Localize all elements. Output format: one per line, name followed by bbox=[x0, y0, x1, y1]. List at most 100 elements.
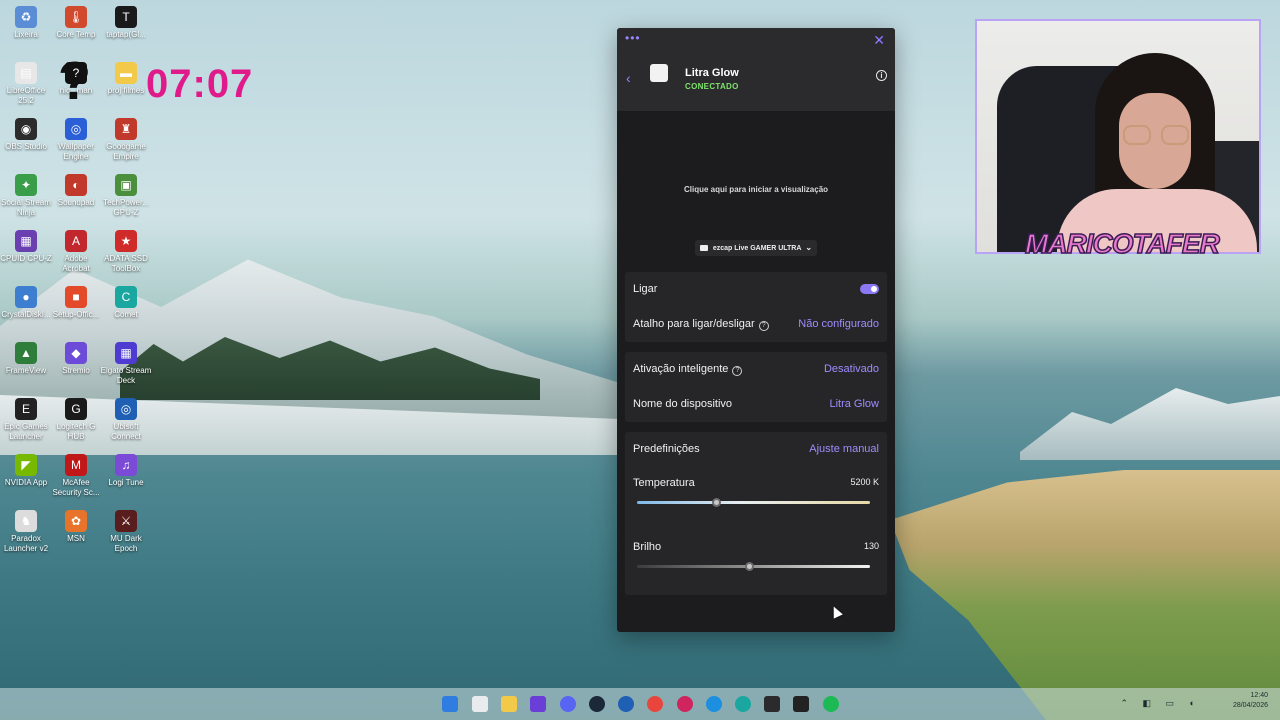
desktop-icon-label: TechPower... GPU-Z bbox=[103, 198, 149, 217]
desktop-icon-label: Logi Tune bbox=[108, 478, 144, 487]
device-settings-card: Ativação inteligente? Desativado Nome do… bbox=[625, 352, 887, 422]
app-icon: ♞ bbox=[15, 510, 37, 532]
app-icon: 🌡 bbox=[65, 6, 87, 28]
taskbar-clock[interactable]: 12:40 28/04/2026 bbox=[1233, 691, 1268, 711]
desktop-icon[interactable]: E Epic Games Launcher bbox=[0, 398, 52, 442]
desktop-icon[interactable]: ◤ NVIDIA App bbox=[0, 454, 52, 488]
brightness-slider-thumb[interactable] bbox=[744, 562, 754, 571]
app-icon: ⚔ bbox=[115, 510, 137, 532]
power-toggle[interactable] bbox=[860, 284, 879, 294]
desktop-icon-label: CrystalDiskI... bbox=[1, 310, 51, 319]
desktop-icon[interactable]: ✿ MSN bbox=[50, 510, 102, 544]
desktop-icon-label: Ubisoft Connect bbox=[111, 422, 141, 441]
desktop-icon[interactable]: ◐ Soundpad bbox=[50, 174, 102, 208]
desktop-icon[interactable]: ◎ Ubisoft Connect bbox=[100, 398, 152, 442]
comet-icon[interactable] bbox=[735, 696, 751, 712]
app-icon: G bbox=[65, 398, 87, 420]
desktop-icon-label: CPUID CPU-Z bbox=[0, 254, 52, 263]
apps-grid-icon[interactable] bbox=[530, 696, 546, 712]
desktop-icon[interactable]: ◎ Wallpaper Engine bbox=[50, 118, 102, 162]
desktop-icon[interactable]: Ttaptap(Gl... bbox=[100, 6, 152, 40]
desktop-icon-label: Setup-Offic... bbox=[52, 310, 100, 319]
desktop-icon[interactable]: C Comet bbox=[100, 286, 152, 320]
info-icon[interactable]: i bbox=[876, 70, 887, 81]
desktop-icon-label: Epic Games Launcher bbox=[4, 422, 48, 441]
help-icon[interactable]: ? bbox=[732, 366, 743, 376]
desktop-icon-label: Logitech G HUB bbox=[56, 422, 96, 441]
desktop-icon-label: ADATA SSD ToolBox bbox=[104, 254, 148, 273]
desktop-clock-widget: 07:07 bbox=[146, 62, 254, 106]
shortcut-value-link[interactable]: Não configurado bbox=[798, 318, 879, 330]
desktop-icon[interactable]: ⚔ MU Dark Epoch bbox=[100, 510, 152, 554]
desktop-icon[interactable]: M McAfee Security Sc... bbox=[50, 454, 102, 498]
desktop-icon[interactable]: G Logitech G HUB bbox=[50, 398, 102, 442]
desktop-icon[interactable]: A Adobe Acrobat bbox=[50, 230, 102, 274]
temperature-slider-thumb[interactable] bbox=[712, 498, 722, 507]
app-icon: ★ bbox=[115, 230, 137, 252]
desktop-icon-label: MSN bbox=[67, 534, 85, 543]
ubisoft-icon[interactable] bbox=[618, 696, 634, 712]
device-name-value-link[interactable]: Litra Glow bbox=[829, 398, 879, 410]
desktop-icon[interactable]: ▬ proj filmes bbox=[100, 62, 152, 96]
desktop-icon[interactable]: ★ ADATA SSD ToolBox bbox=[100, 230, 152, 274]
desktop-icon[interactable]: ♜ Goodgame Empire bbox=[100, 118, 152, 162]
desktop-icon[interactable]: 🌡 Core Temp bbox=[50, 6, 102, 40]
desktop-icon[interactable]: ♞ Paradox Launcher v2 bbox=[0, 510, 52, 554]
app-icon: C bbox=[115, 286, 137, 308]
window-titlebar: ••• ✕ bbox=[617, 28, 895, 52]
question-mark-sticker: ? bbox=[58, 51, 91, 111]
desktop-icon[interactable]: ▦ CPUID CPU-Z bbox=[0, 230, 52, 264]
device-name-label: Nome do dispositivo bbox=[633, 398, 733, 410]
terminal-icon[interactable] bbox=[793, 696, 809, 712]
presets-label: Predefinições bbox=[633, 443, 700, 455]
spotify-icon[interactable] bbox=[823, 696, 839, 712]
desktop-icon[interactable]: ● CrystalDiskI... bbox=[0, 286, 52, 320]
edge-icon[interactable] bbox=[706, 696, 722, 712]
desktop-icon[interactable]: ▲ FrameView bbox=[0, 342, 52, 376]
app-icon: ▦ bbox=[15, 230, 37, 252]
desktop-icon[interactable]: ✦ Social Stream Ninja bbox=[0, 174, 52, 218]
desktop-icon-label: Adobe Acrobat bbox=[62, 254, 90, 273]
desktop-icon[interactable]: ▤ LibreOffice 25.2 bbox=[0, 62, 52, 106]
file-explorer-icon[interactable] bbox=[501, 696, 517, 712]
desktop-icon[interactable]: ♻ Lixeira bbox=[0, 6, 52, 40]
desktop-icon[interactable]: ◆ Stremio bbox=[50, 342, 102, 376]
system-tray-icons[interactable]: ⌃ ◧ ▭ ◖ bbox=[1121, 698, 1201, 709]
discord-icon[interactable] bbox=[560, 696, 576, 712]
task-view-icon[interactable] bbox=[472, 696, 488, 712]
back-arrow-icon[interactable]: ‹ bbox=[626, 70, 631, 86]
presets-value-link[interactable]: Ajuste manual bbox=[809, 443, 879, 455]
litra-glow-device-icon bbox=[650, 64, 668, 82]
start-icon[interactable] bbox=[442, 696, 458, 712]
help-icon[interactable]: ? bbox=[758, 321, 769, 331]
app-icon: ♫ bbox=[115, 454, 137, 476]
app-icon: ♻ bbox=[15, 6, 37, 28]
desktop-icon[interactable]: ♫ Logi Tune bbox=[100, 454, 152, 488]
desktop-icon-label: proj filmes bbox=[107, 86, 145, 95]
webcam-overlay bbox=[975, 19, 1261, 254]
connection-status: CONECTADO bbox=[685, 82, 739, 91]
obs-icon[interactable] bbox=[764, 696, 780, 712]
desktop-icon[interactable]: ▣ TechPower... GPU-Z bbox=[100, 174, 152, 218]
desktop-icon[interactable]: ◉ OBS Studio bbox=[0, 118, 52, 152]
desktop-icon-label: Wallpaper Engine bbox=[58, 142, 94, 161]
desktop-icon[interactable]: ▦ Elgato Stream Deck bbox=[100, 342, 152, 386]
opera-icon[interactable] bbox=[677, 696, 693, 712]
desktop-icon[interactable]: ■ Setup-Offic... bbox=[50, 286, 102, 320]
camera-source-dropdown[interactable]: ezcap Live GAMER ULTRA ⌄ bbox=[695, 240, 817, 256]
app-icon: M bbox=[65, 454, 87, 476]
chrome-icon[interactable] bbox=[647, 696, 663, 712]
steam-icon[interactable] bbox=[589, 696, 605, 712]
desktop-icon-label: Paradox Launcher v2 bbox=[3, 534, 49, 553]
temperature-slider[interactable] bbox=[637, 498, 870, 507]
camera-preview-area[interactable]: Clique aqui para iniciar a visualização … bbox=[617, 112, 895, 272]
logi-tune-window: ••• ✕ ‹ Litra Glow CONECTADO i Clique aq… bbox=[617, 28, 895, 632]
desktop-icon-label: Lixeira bbox=[14, 30, 38, 39]
temperature-label: Temperatura bbox=[633, 477, 695, 489]
brightness-slider[interactable] bbox=[637, 562, 870, 571]
smart-activation-value-link[interactable]: Desativado bbox=[824, 363, 879, 375]
desktop-icon-label: McAfee Security Sc... bbox=[52, 478, 100, 497]
close-icon[interactable]: ✕ bbox=[873, 32, 885, 49]
app-icon: E bbox=[15, 398, 37, 420]
more-options-icon[interactable]: ••• bbox=[625, 31, 641, 45]
